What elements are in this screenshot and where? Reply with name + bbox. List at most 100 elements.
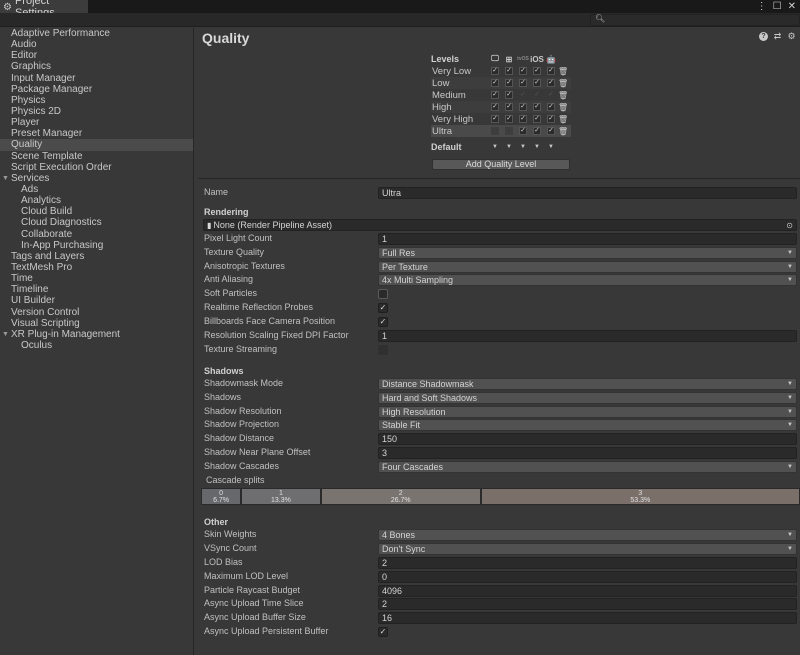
platform-checkbox[interactable]: ✓ xyxy=(547,79,555,87)
platform-checkbox[interactable]: ✓ xyxy=(505,91,513,99)
sidebar-item-input-manager[interactable]: Input Manager xyxy=(0,73,193,84)
default-level-dropdown[interactable]: ▼ xyxy=(502,144,516,150)
vsync-count-dropdown[interactable]: Don't Sync xyxy=(378,542,797,555)
delete-level-icon[interactable]: 🗑︎ xyxy=(558,79,568,88)
maximize-icon[interactable]: ☐ xyxy=(773,1,782,12)
render-pipeline-asset-field[interactable]: ▮ None (Render Pipeline Asset) ⊙ xyxy=(203,218,797,231)
shadow-projection-dropdown[interactable]: Stable Fit xyxy=(378,419,797,432)
monitor-icon[interactable]: 🖵 xyxy=(488,54,502,64)
delete-level-icon[interactable]: 🗑︎ xyxy=(558,91,568,100)
quality-level-name[interactable]: High xyxy=(431,102,488,113)
delete-level-icon[interactable]: 🗑︎ xyxy=(558,127,568,136)
sidebar-item-preset-manager[interactable]: Preset Manager xyxy=(0,128,193,139)
cascade-segment[interactable]: 1 13.3% xyxy=(241,488,321,506)
shadow-distance-field[interactable]: 150 xyxy=(378,433,797,446)
pixel-light-count-field[interactable]: 1 xyxy=(378,232,797,245)
platform-checkbox[interactable]: ✓ xyxy=(519,127,527,135)
sidebar-item-cloud-diagnostics[interactable]: Cloud Diagnostics xyxy=(0,217,193,228)
sidebar-item-analytics[interactable]: Analytics xyxy=(0,195,193,206)
sidebar-item-scene-template[interactable]: Scene Template xyxy=(0,151,193,162)
soft-particles-checkbox[interactable] xyxy=(378,289,388,300)
platform-checkbox[interactable]: ✓ xyxy=(533,91,541,99)
search-input[interactable]: 🔍︎ xyxy=(590,14,800,26)
add-quality-level-button[interactable]: Add Quality Level xyxy=(432,159,570,170)
delete-level-icon[interactable]: 🗑︎ xyxy=(558,115,568,124)
platform-checkbox[interactable]: ✓ xyxy=(547,103,555,111)
sidebar-item-adaptive-performance[interactable]: Adaptive Performance xyxy=(0,28,193,39)
cascade-segment[interactable]: 3 53.3% xyxy=(480,488,800,506)
sidebar-item-physics-2d[interactable]: Physics 2D xyxy=(0,106,193,117)
platform-checkbox[interactable]: ✓ xyxy=(505,67,513,75)
sidebar-item-editor[interactable]: Editor xyxy=(0,50,193,61)
texture-quality-dropdown[interactable]: Full Res xyxy=(378,246,797,259)
maximum-lod-level-field[interactable]: 0 xyxy=(378,570,797,583)
platform-checkbox[interactable]: ✓ xyxy=(505,79,513,87)
delete-level-icon[interactable]: 🗑︎ xyxy=(558,103,568,112)
sidebar-item-physics[interactable]: Physics xyxy=(0,95,193,106)
settings-gear-icon[interactable]: ⚙ xyxy=(787,31,796,41)
sidebar-item-audio[interactable]: Audio xyxy=(0,39,193,50)
platform-checkbox[interactable] xyxy=(491,127,499,135)
platform-checkbox[interactable]: ✓ xyxy=(519,115,527,123)
expand-arrow-icon[interactable]: ▼ xyxy=(2,329,9,340)
ios-icon[interactable]: iOS xyxy=(530,55,544,64)
quality-level-name[interactable]: Low xyxy=(431,78,488,89)
async-upload-buffer-size-field[interactable]: 16 xyxy=(378,612,797,625)
close-icon[interactable]: ✕ xyxy=(788,1,796,12)
platform-checkbox[interactable]: ✓ xyxy=(491,79,499,87)
sidebar-item-tags-and-layers[interactable]: Tags and Layers xyxy=(0,251,193,262)
sidebar-item-graphics[interactable]: Graphics xyxy=(0,61,193,72)
shadow-resolution-dropdown[interactable]: High Resolution xyxy=(378,405,797,418)
default-level-dropdown[interactable]: ▼ xyxy=(516,144,530,150)
sidebar-item-package-manager[interactable]: Package Manager xyxy=(0,84,193,95)
sidebar-item-oculus[interactable]: Oculus xyxy=(0,340,193,351)
presets-icon[interactable]: ⇄ xyxy=(773,31,782,41)
quality-level-name[interactable]: Medium xyxy=(431,90,488,101)
platform-checkbox[interactable]: ✓ xyxy=(491,115,499,123)
sidebar-item-timeline[interactable]: Timeline xyxy=(0,284,193,295)
cascade-splits-bar[interactable]: 0 6.7% 1 13.3% 2 26.7% 3 53.3% xyxy=(201,488,800,506)
quality-level-row[interactable]: High ✓ ✓ ✓ ✓ ✓ 🗑︎ xyxy=(431,101,571,113)
expand-arrow-icon[interactable]: ▼ xyxy=(2,173,9,184)
platform-checkbox[interactable]: ✓ xyxy=(533,79,541,87)
shadow-cascades-dropdown[interactable]: Four Cascades xyxy=(378,461,797,474)
quality-level-name[interactable]: Very Low xyxy=(431,66,488,77)
skin-weights-dropdown[interactable]: 4 Bones xyxy=(378,529,797,542)
sidebar-item-in-app-purchasing[interactable]: In-App Purchasing xyxy=(0,240,193,251)
android-icon[interactable]: 🤖 xyxy=(544,55,558,64)
sidebar-item-player[interactable]: Player xyxy=(0,117,193,128)
anisotropic-textures-dropdown[interactable]: Per Texture xyxy=(378,260,797,273)
more-icon[interactable]: ⋮ xyxy=(757,1,767,12)
anti-aliasing-dropdown[interactable]: 4x Multi Sampling xyxy=(378,274,797,287)
name-field[interactable]: Ultra xyxy=(378,187,797,199)
platform-checkbox[interactable]: ✓ xyxy=(547,127,555,135)
platform-checkbox[interactable]: ✓ xyxy=(491,91,499,99)
resolution-scaling-fixed-dpi-factor-field[interactable]: 1 xyxy=(378,330,797,343)
sidebar-item-script-execution-order[interactable]: Script Execution Order xyxy=(0,162,193,173)
sidebar-item-cloud-build[interactable]: Cloud Build xyxy=(0,206,193,217)
delete-level-icon[interactable]: 🗑︎ xyxy=(558,67,568,76)
shadow-near-plane-offset-field[interactable]: 3 xyxy=(378,447,797,460)
quality-level-name[interactable]: Very High xyxy=(431,114,488,125)
platform-checkbox[interactable]: ✓ xyxy=(519,91,527,99)
default-level-dropdown[interactable]: ▼ xyxy=(544,144,558,150)
billboards-face-camera-position-checkbox[interactable]: ✓ xyxy=(378,317,388,328)
platform-checkbox[interactable]: ✓ xyxy=(505,115,513,123)
sidebar-item-textmesh-pro[interactable]: TextMesh Pro xyxy=(0,262,193,273)
platform-checkbox[interactable]: ✓ xyxy=(519,79,527,87)
platform-checkbox[interactable]: ✓ xyxy=(491,103,499,111)
async-upload-time-slice-field[interactable]: 2 xyxy=(378,598,797,611)
sidebar-item-ui-builder[interactable]: UI Builder xyxy=(0,295,193,306)
cascade-segment[interactable]: 0 6.7% xyxy=(201,488,242,506)
async-upload-persistent-buffer-checkbox[interactable]: ✓ xyxy=(378,627,388,638)
quality-level-row[interactable]: Low ✓ ✓ ✓ ✓ ✓ 🗑︎ xyxy=(431,77,571,89)
object-picker-icon[interactable]: ⊙ xyxy=(786,220,793,231)
quality-level-row[interactable]: Medium ✓ ✓ ✓ ✓ ✓ 🗑︎ xyxy=(431,89,571,101)
platform-checkbox[interactable]: ✓ xyxy=(533,115,541,123)
quality-level-row[interactable]: Very High ✓ ✓ ✓ ✓ ✓ 🗑︎ xyxy=(431,113,571,125)
platform-checkbox[interactable]: ✓ xyxy=(491,67,499,75)
shadows-dropdown[interactable]: Hard and Soft Shadows xyxy=(378,391,797,404)
sidebar-item-ads[interactable]: Ads xyxy=(0,184,193,195)
platform-checkbox[interactable]: ✓ xyxy=(547,115,555,123)
default-level-dropdown[interactable]: ▼ xyxy=(488,144,502,150)
